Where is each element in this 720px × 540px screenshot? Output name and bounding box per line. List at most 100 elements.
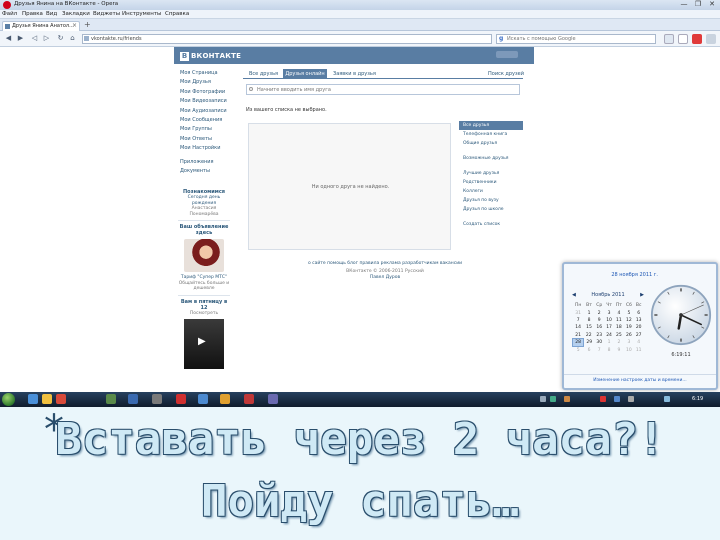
tray-icon[interactable] [600,396,606,402]
menu-my-messages[interactable]: Мои Сообщения [180,116,230,125]
calendar-day[interactable]: 31 [573,309,584,316]
calendar-day[interactable]: 15 [584,324,594,331]
tab-friend-requests[interactable]: Заявки в друзья [333,71,376,77]
taskbar-app-icon[interactable] [106,394,116,404]
rewind-icon[interactable]: ◁ [30,34,39,43]
friend-search-input[interactable] [246,84,520,95]
calendar-day[interactable]: 2 [594,309,604,316]
calendar-day[interactable]: 27 [634,332,644,339]
list-relatives[interactable]: Родственники [459,178,523,187]
vk-logo[interactable]: В ВКОНТАКТЕ [180,51,241,61]
taskbar-app-icon[interactable] [244,394,254,404]
maximize-button[interactable]: ❐ [692,0,704,9]
calendar-day[interactable]: 1 [604,339,614,346]
calendar-day[interactable]: 7 [573,317,584,324]
menu-documents[interactable]: Документы [180,167,230,176]
search-input[interactable] [496,34,656,44]
next-month-icon[interactable]: ▶ [640,292,644,298]
create-list-link[interactable]: Создать список [459,220,523,229]
opera-unite-icon[interactable] [692,34,702,44]
calendar-day[interactable]: 2 [614,339,624,346]
search-engine-icon[interactable] [664,34,674,44]
menu-tools[interactable]: Инструменты [122,11,161,17]
tray-icon[interactable] [550,396,556,402]
calendar-day[interactable]: 28 [571,338,585,347]
taskbar-app-icon[interactable] [220,394,230,404]
start-button[interactable] [2,393,15,406]
menu-edit[interactable]: Правка [22,11,43,17]
tab-close-icon[interactable]: × [72,22,77,29]
menu-my-settings[interactable]: Мои Настройки [180,144,230,153]
list-possible[interactable]: Возможные друзья [459,154,523,163]
calendar-day[interactable]: 19 [624,324,634,331]
tab-friends-online[interactable]: Друзья онлайн [283,69,327,79]
calendar-day[interactable]: 10 [604,317,614,324]
calendar-day[interactable]: 5 [573,346,584,353]
site-info-icon[interactable] [84,36,89,41]
ad-video-play-icon[interactable] [184,319,224,369]
menu-apps[interactable]: Приложения [180,158,230,167]
calendar-day[interactable]: 6 [584,346,594,353]
tools-menu-icon[interactable] [706,34,716,44]
menu-my-friends[interactable]: Мои Друзья [180,78,230,87]
calendar-day[interactable]: 23 [594,332,604,339]
calendar-day[interactable]: 24 [604,332,614,339]
ad-3-sub[interactable]: Посмотреть [178,311,230,317]
calendar-day[interactable]: 4 [634,339,644,346]
menu-file[interactable]: Файл [2,11,17,17]
date-link[interactable]: 28 ноября 2011 г. [564,272,716,278]
new-tab-button[interactable]: + [84,20,91,29]
calendar-day[interactable]: 3 [604,309,614,316]
calendar-day[interactable]: 3 [624,339,634,346]
prev-month-icon[interactable]: ◀ [572,292,576,298]
tray-clock[interactable]: 6:19 [692,396,703,402]
change-datetime-link[interactable]: Изменение настроек даты и времени... [564,374,716,383]
tray-volume-icon[interactable] [628,396,634,402]
tray-icon[interactable] [564,396,570,402]
menu-my-audio[interactable]: Мои Аудиозаписи [180,107,230,116]
calendar-day[interactable]: 6 [634,309,644,316]
tray-language-icon[interactable] [664,396,670,402]
taskbar-app-icon[interactable] [198,394,208,404]
calendar-day[interactable]: 20 [634,324,644,331]
taskbar-opera-icon[interactable] [176,394,186,404]
calendar-day[interactable]: 1 [584,309,594,316]
tab-friends[interactable]: Друзья Янина Анатол... × [2,21,80,31]
calendar-day[interactable]: 26 [624,332,634,339]
calendar-day[interactable]: 14 [573,324,584,331]
calendar-day[interactable]: 16 [594,324,604,331]
ad-3-title[interactable]: Вам в пятницу в 12 [178,299,230,311]
list-colleagues[interactable]: Коллеги [459,187,523,196]
calendar-day[interactable]: 21 [573,332,584,339]
opera-icon[interactable] [3,1,11,9]
address-input[interactable] [82,34,492,44]
calendar-day[interactable]: 4 [614,309,624,316]
list-phonebook[interactable]: Телефонная книга [459,130,523,139]
calendar-day[interactable]: 8 [604,346,614,353]
calendar-day[interactable]: 25 [614,332,624,339]
menu-my-videos[interactable]: Мои Видеозаписи [180,97,230,106]
list-school[interactable]: Друзья по школе [459,205,523,214]
taskbar-app-icon[interactable] [268,394,278,404]
ad-2-title[interactable]: Ваш объявление здесь [178,224,230,236]
forward-icon[interactable]: ▶ [16,34,25,43]
calendar-day[interactable]: 11 [614,317,624,324]
list-best[interactable]: Лучшие друзья [459,169,523,178]
calendar-day[interactable]: 5 [624,309,634,316]
calendar-month[interactable]: Ноябрь 2011 [591,292,624,298]
menu-widgets[interactable]: Виджеты [93,11,120,17]
calendar-day[interactable]: 9 [614,346,624,353]
tray-network-icon[interactable] [540,396,546,402]
panel-toggle-icon[interactable] [678,34,688,44]
list-all-friends[interactable]: Все друзья [459,121,523,130]
menu-my-groups[interactable]: Мои Группы [180,125,230,134]
list-common[interactable]: Общие друзья [459,139,523,148]
menu-bookmarks[interactable]: Закладки [62,11,90,17]
footer-links[interactable]: о сайте помощь блог правила реклама разр… [290,261,480,266]
ad-2-text[interactable]: Тариф "Супер МТС" [178,275,230,281]
calendar-day[interactable]: 9 [594,317,604,324]
menu-my-page[interactable]: Моя Страница [180,69,230,78]
list-university[interactable]: Друзья по вузу [459,196,523,205]
calendar-day[interactable]: 12 [624,317,634,324]
menu-my-answers[interactable]: Мои Ответы [180,135,230,144]
